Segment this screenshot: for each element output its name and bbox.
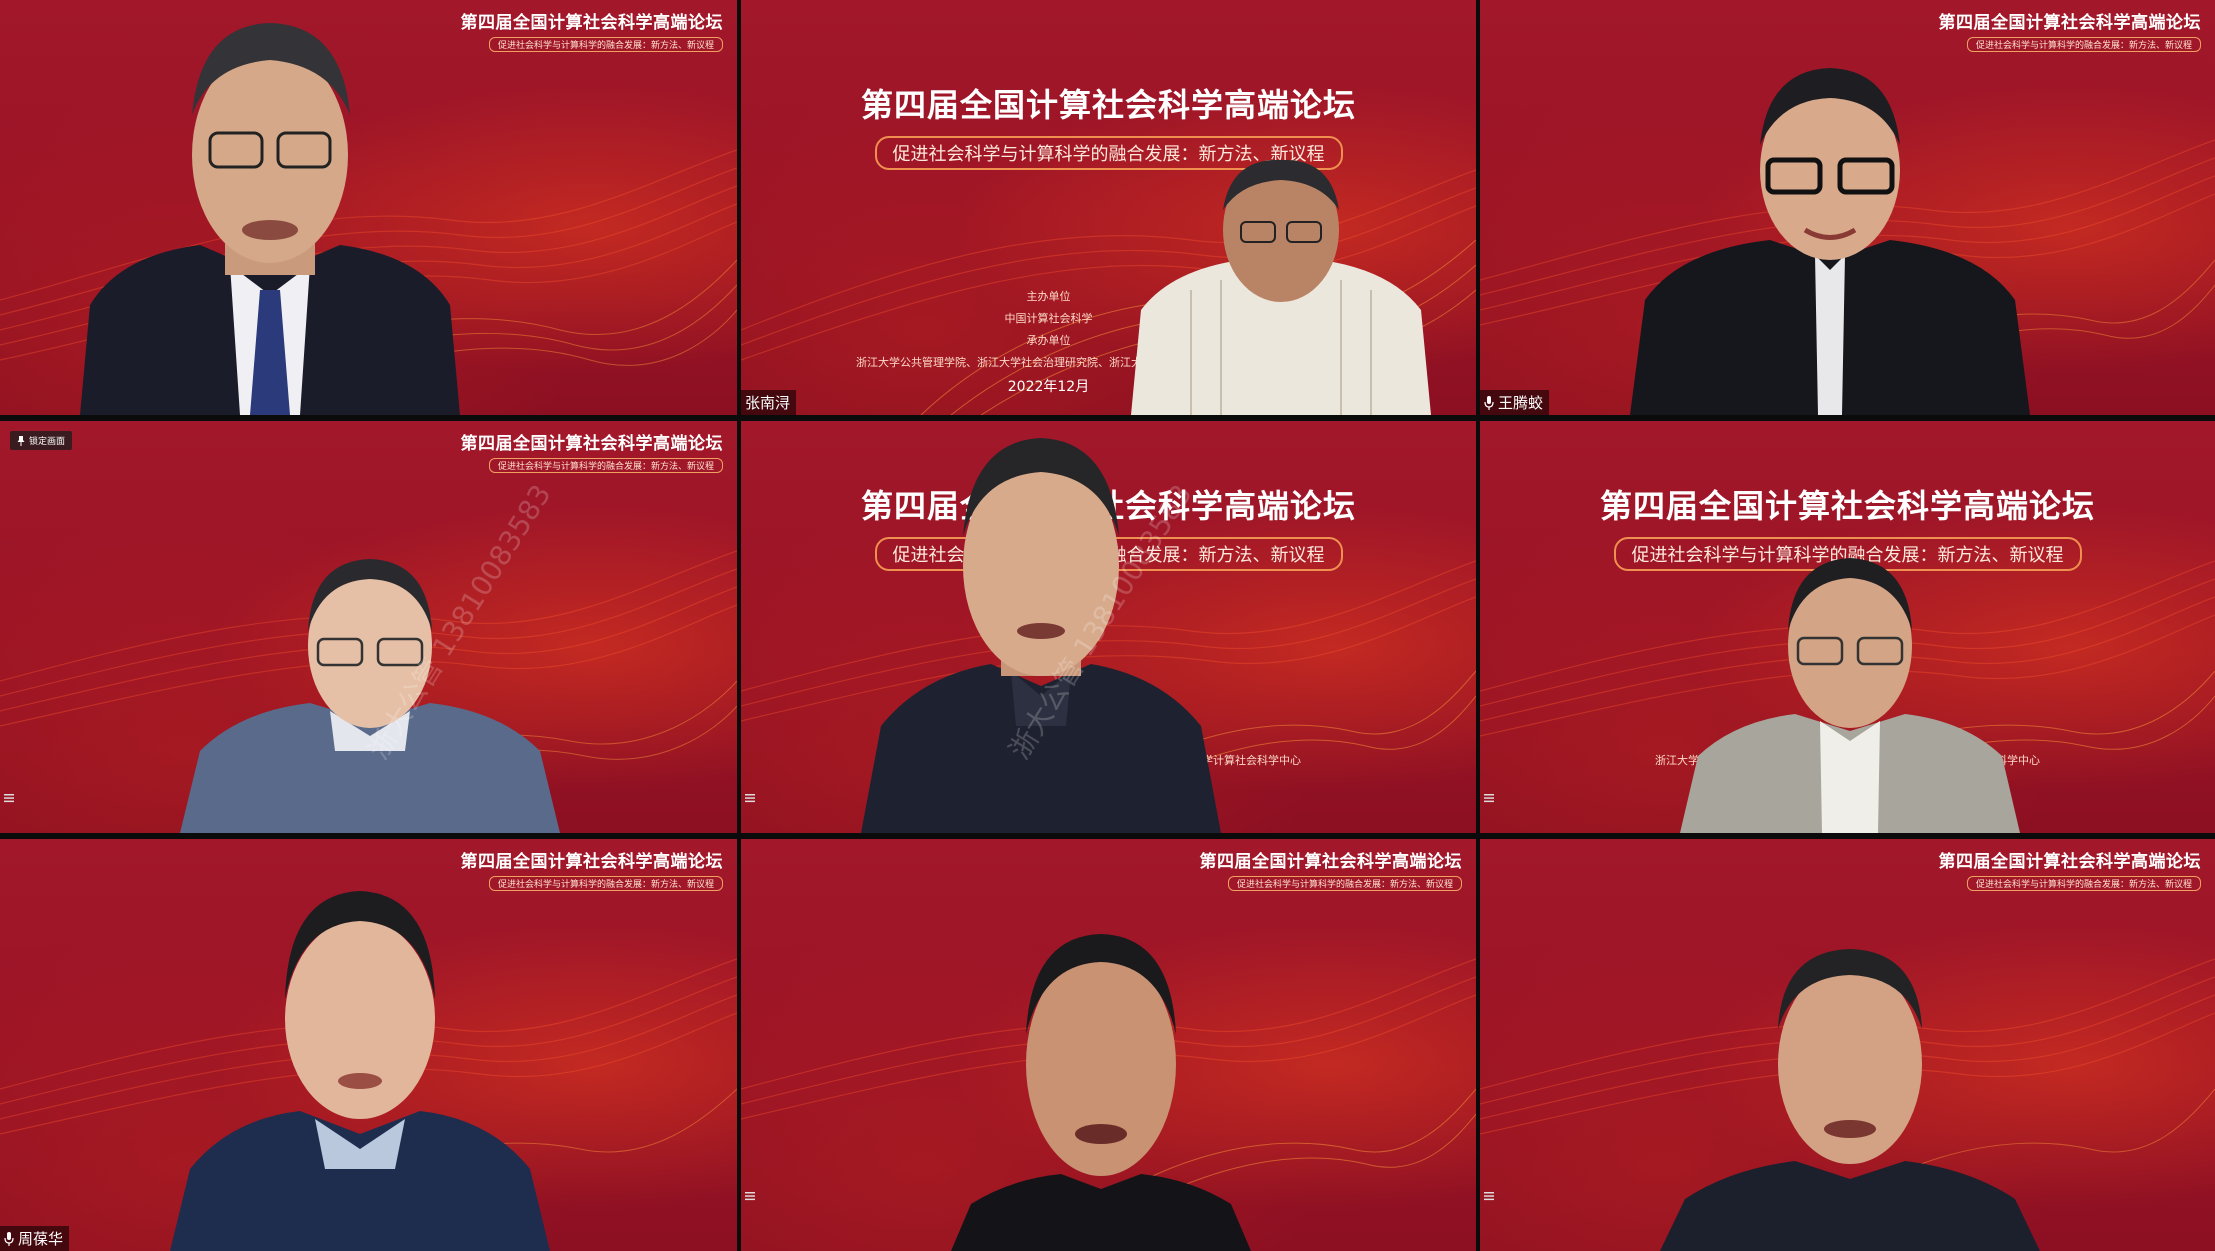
forum-title: 第四届全国计算社会科学高端论坛 (460, 852, 723, 872)
forum-banner-small: 第四届全国计算社会科学高端论坛 促进社会科学与计算科学的融合发展：新方法、新议程 (460, 847, 723, 891)
forum-subtitle: 促进社会科学与计算科学的融合发展：新方法、新议程 (488, 458, 723, 473)
forum-subtitle: 促进社会科学与计算科学的融合发展：新方法、新议程 (1966, 876, 2201, 891)
forum-banner-small: 第四届全国计算社会科学高端论坛 促进社会科学与计算科学的融合发展：新方法、新议程 (460, 429, 723, 473)
forum-subtitle: 促进社会科学与计算科学的融合发展：新方法、新议程 (1966, 37, 2201, 52)
participant-name-tag: 张南浔 (741, 390, 797, 415)
forum-banner-large: 第四届全国计算社会科学高端论坛 促进社会科学与计算科学的融合发展：新方法、新议程 (741, 80, 1476, 170)
forum-title: 第四届全国计算社会科学高端论坛 (860, 86, 1356, 124)
forum-title: 第四届全国计算社会科学高端论坛 (460, 13, 723, 33)
video-grid: 第四届全国计算社会科学高端论坛 促进社会科学与计算科学的融合发展：新方法、新议程 (0, 0, 2215, 1251)
video-tile-6[interactable]: 第四届全国计算社会科学高端论坛 促进社会科学与计算科学的融合发展：新方法、新议程… (1480, 421, 2215, 833)
forum-title: 第四届全国计算社会科学高端论坛 (1938, 13, 2201, 33)
participant-name: 周葆华 (18, 1230, 64, 1248)
pin-icon (17, 435, 25, 446)
menu-icon[interactable] (745, 793, 755, 803)
menu-icon[interactable] (1484, 1191, 1494, 1201)
menu-icon[interactable] (4, 793, 14, 803)
microphone-icon (4, 1231, 14, 1246)
forum-title: 第四届全国计算社会科学高端论坛 (460, 434, 723, 454)
video-tile-5[interactable]: 第四届全国计算社会科学高端论坛 促进社会科学与计算科学的融合发展：新方法、新议程… (741, 421, 1476, 833)
participant-name: 张南浔 (745, 394, 791, 412)
forum-banner-small: 第四届全国计算社会科学高端论坛 促进社会科学与计算科学的融合发展：新方法、新议程 (1938, 8, 2201, 52)
participant-video (1630, 68, 2030, 415)
participant-name-tag: 周葆华 (0, 1226, 70, 1251)
video-tile-3[interactable]: 第四届全国计算社会科学高端论坛 促进社会科学与计算科学的融合发展：新方法、新议程… (1480, 0, 2215, 415)
video-tile-2[interactable]: 第四届全国计算社会科学高端论坛 促进社会科学与计算科学的融合发展：新方法、新议程… (741, 0, 1476, 415)
video-tile-9[interactable]: 第四届全国计算社会科学高端论坛 促进社会科学与计算科学的融合发展：新方法、新议程 (1480, 839, 2215, 1251)
video-tile-8[interactable]: 第四届全国计算社会科学高端论坛 促进社会科学与计算科学的融合发展：新方法、新议程 (741, 839, 1476, 1251)
microphone-icon (1484, 395, 1494, 410)
participant-video (1680, 558, 2020, 833)
forum-banner-small: 第四届全国计算社会科学高端论坛 促进社会科学与计算科学的融合发展：新方法、新议程 (1938, 847, 2201, 891)
forum-title: 第四届全国计算社会科学高端论坛 (1938, 852, 2201, 872)
forum-banner-small: 第四届全国计算社会科学高端论坛 促进社会科学与计算科学的融合发展：新方法、新议程 (460, 8, 723, 52)
menu-icon[interactable] (745, 1191, 755, 1201)
forum-subtitle: 促进社会科学与计算科学的融合发展：新方法、新议程 (1227, 876, 1462, 891)
participant-video (1660, 949, 2040, 1251)
forum-banner-small: 第四届全国计算社会科学高端论坛 促进社会科学与计算科学的融合发展：新方法、新议程 (1199, 847, 1462, 891)
participant-video (170, 891, 550, 1251)
participant-video (1131, 160, 1431, 415)
video-tile-1[interactable]: 第四届全国计算社会科学高端论坛 促进社会科学与计算科学的融合发展：新方法、新议程 (0, 0, 737, 415)
forum-title: 第四届全国计算社会科学高端论坛 (1199, 852, 1462, 872)
lock-view-button[interactable]: 锁定画面 (10, 431, 73, 450)
video-tile-4[interactable]: 第四届全国计算社会科学高端论坛 促进社会科学与计算科学的融合发展：新方法、新议程… (0, 421, 737, 833)
participant-name: 王腾蛟 (1498, 394, 1544, 412)
participant-video (80, 23, 460, 415)
video-tile-7[interactable]: 第四届全国计算社会科学高端论坛 促进社会科学与计算科学的融合发展：新方法、新议程… (0, 839, 737, 1251)
forum-subtitle: 促进社会科学与计算科学的融合发展：新方法、新议程 (488, 37, 723, 52)
lock-view-label: 锁定画面 (29, 437, 66, 447)
participant-name-tag: 王腾蛟 (1480, 390, 1550, 415)
participant-video (180, 559, 560, 833)
participant-video (951, 934, 1251, 1251)
menu-icon[interactable] (1484, 793, 1494, 803)
forum-title: 第四届全国计算社会科学高端论坛 (1599, 487, 2095, 525)
